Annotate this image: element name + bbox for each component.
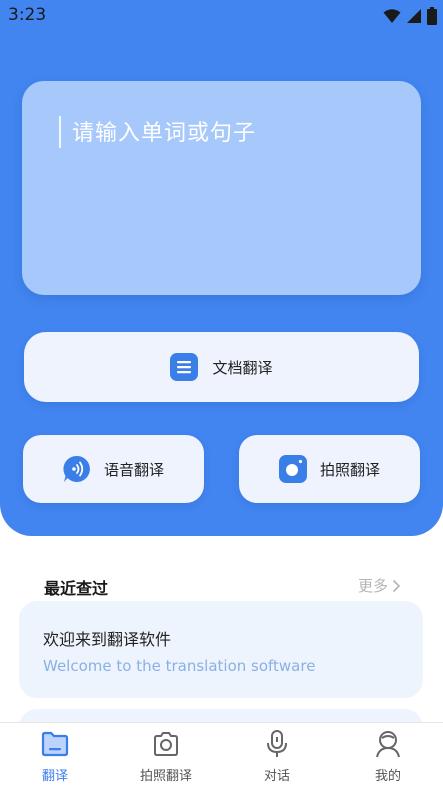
history-translation-text: Welcome to the translation software: [43, 657, 316, 675]
status-bar: 3:23: [0, 0, 443, 30]
microphone-icon: [267, 730, 287, 757]
folder-icon: [41, 731, 69, 757]
text-caret: [59, 116, 61, 148]
camera-icon: [154, 732, 178, 756]
document-translate-label: 文档翻译: [212, 358, 273, 377]
person-icon: [376, 731, 400, 758]
tab-label: 我的: [374, 769, 401, 784]
cell-signal-icon: [407, 9, 421, 23]
tab-label: 翻译: [41, 769, 68, 784]
more-label: 更多: [357, 577, 388, 595]
history-item[interactable]: 欢迎来到翻译软件 Welcome to the translation soft…: [19, 601, 423, 698]
hero-panel: 3:23 请输入单词或句子 文档翻译 语音翻译 拍照翻译: [0, 0, 443, 536]
document-icon: [170, 353, 199, 381]
tab-dialogue[interactable]: 对话: [227, 729, 327, 784]
tab-photo-translate[interactable]: 拍照翻译: [116, 729, 216, 784]
document-translate-button[interactable]: 文档翻译: [24, 332, 419, 402]
tab-translate[interactable]: 翻译: [5, 729, 105, 784]
history-source-text: 欢迎来到翻译软件: [43, 630, 172, 649]
camera-icon: [278, 455, 307, 483]
wifi-icon: [383, 9, 401, 23]
recent-section-title: 最近查过: [44, 579, 109, 598]
tab-label: 对话: [263, 769, 290, 784]
voice-icon: [63, 455, 90, 482]
battery-icon: [427, 7, 437, 25]
photo-translate-label: 拍照翻译: [319, 460, 380, 479]
chevron-right-icon: [392, 579, 401, 592]
more-link[interactable]: 更多: [358, 575, 401, 596]
voice-translate-label: 语音翻译: [103, 460, 164, 479]
status-time: 3:23: [8, 5, 47, 25]
photo-translate-button[interactable]: 拍照翻译: [239, 435, 420, 503]
tab-mine[interactable]: 我的: [338, 729, 438, 784]
input-placeholder: 请输入单词或句子: [72, 121, 257, 146]
translate-input[interactable]: 请输入单词或句子: [22, 81, 421, 295]
status-icons: [383, 7, 437, 25]
bottom-tab-bar: 翻译 拍照翻译 对话 我的: [0, 722, 443, 787]
voice-translate-button[interactable]: 语音翻译: [23, 435, 204, 503]
tab-label: 拍照翻译: [139, 769, 192, 784]
